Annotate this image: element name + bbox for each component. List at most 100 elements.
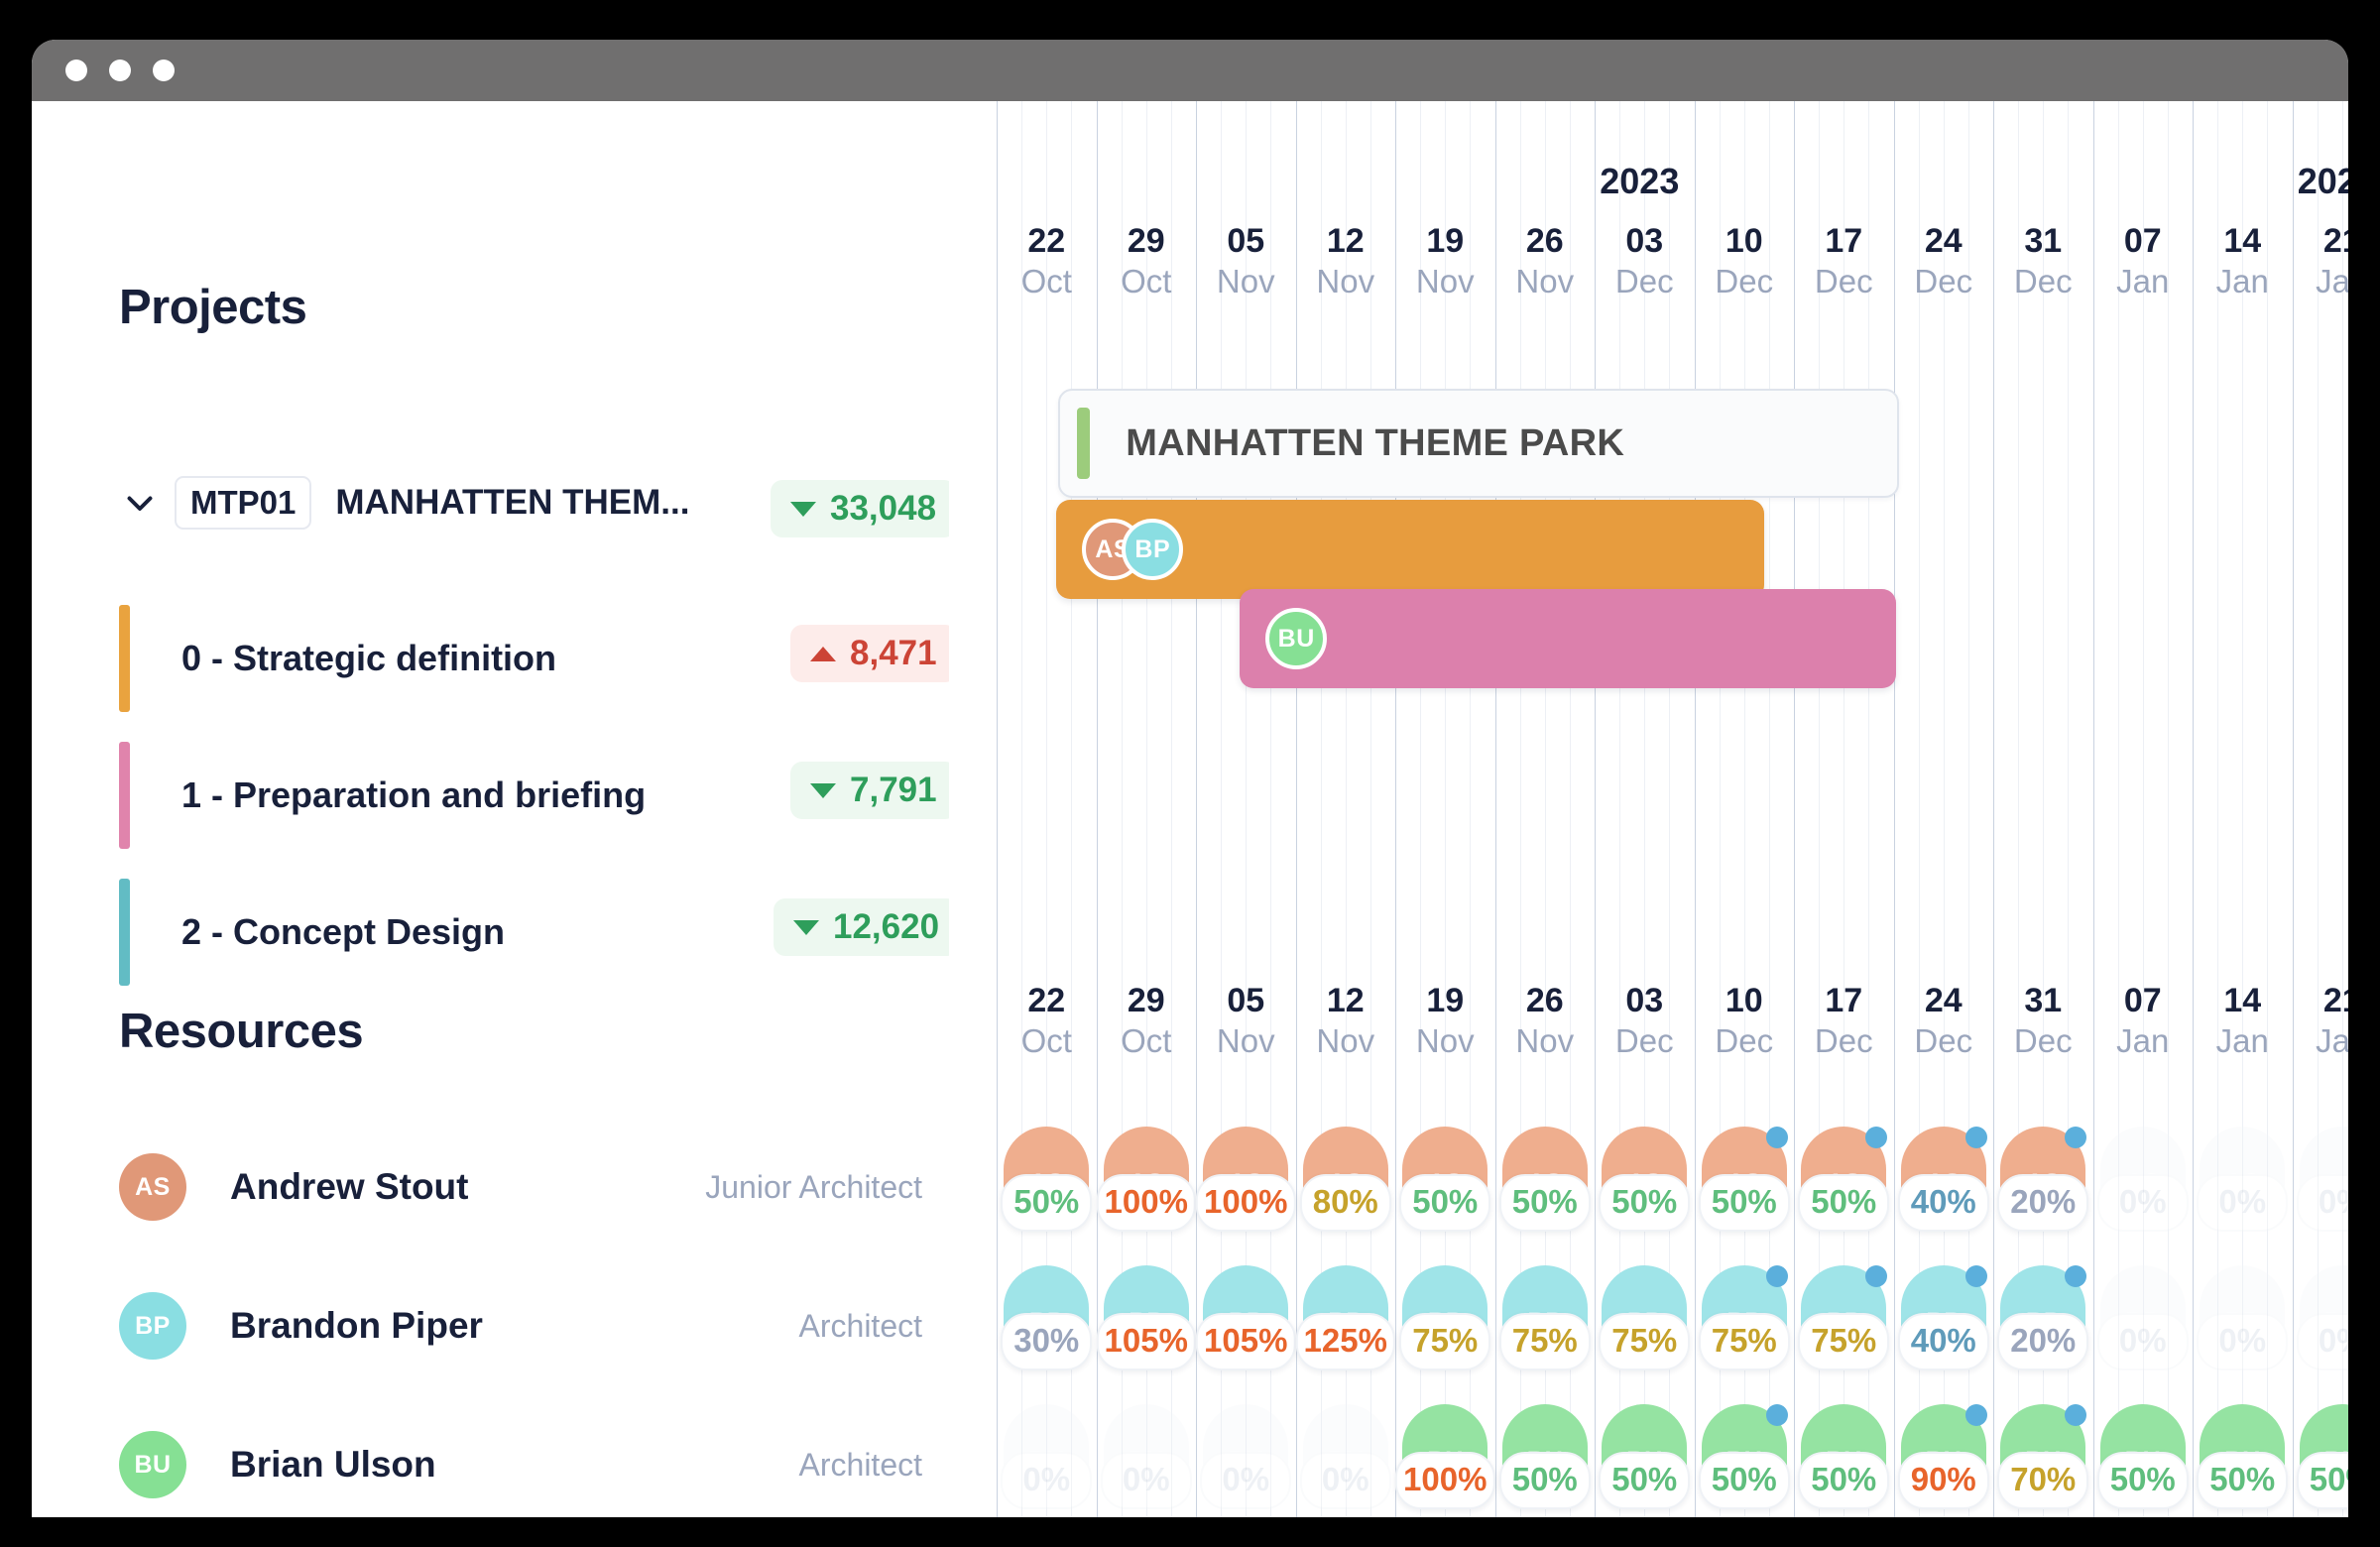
timeline-date-header-middle: 22Oct29Oct05Nov12Nov19Nov26Nov03Dec10Dec… — [949, 974, 2348, 1103]
allocation-percent: 0% — [2097, 1313, 2189, 1370]
date-day: 19 — [1390, 980, 1499, 1021]
window-maximize-dot[interactable] — [153, 60, 175, 81]
allocation-percent: 0% — [2297, 1313, 2348, 1370]
allocation-cell[interactable]: BP0% — [2291, 1251, 2348, 1382]
phase-color-bar — [119, 742, 130, 849]
allocation-percent: 75% — [1699, 1313, 1790, 1370]
allocation-cell[interactable]: BP75% — [1593, 1251, 1696, 1382]
date-month: Dec — [1590, 262, 1699, 302]
notification-dot-icon — [1965, 1127, 1987, 1148]
avatar[interactable]: BU — [1265, 608, 1327, 669]
allocation-cell[interactable]: BP75% — [1693, 1251, 1796, 1382]
allocation-percent: 0% — [1200, 1452, 1291, 1509]
allocation-cell[interactable]: BP0% — [2091, 1251, 2195, 1382]
allocation-percent: 75% — [1599, 1313, 1690, 1370]
allocation-cell[interactable]: AS80% — [1294, 1113, 1397, 1244]
gantt-task-bar[interactable]: ASBP — [1056, 500, 1764, 599]
allocation-cell[interactable]: AS0% — [2291, 1113, 2348, 1244]
avatar: BP — [119, 1292, 186, 1360]
allocation-percent: 50% — [2197, 1452, 2288, 1509]
allocation-cell[interactable]: AS0% — [2091, 1113, 2195, 1244]
allocation-cell[interactable]: BU50% — [2091, 1390, 2195, 1517]
resource-row[interactable]: AS Andrew Stout Junior Architect — [119, 1142, 922, 1232]
allocation-percent: 50% — [1798, 1174, 1889, 1232]
gantt-summary-bar[interactable]: MANHATTEN THEME PARK — [1058, 389, 1898, 498]
date-column-header: 17Dec — [1789, 220, 1898, 302]
allocation-cell[interactable]: BP30% — [995, 1251, 1098, 1382]
allocation-cell[interactable]: BU50% — [1593, 1390, 1696, 1517]
allocation-cell[interactable]: AS50% — [1393, 1113, 1496, 1244]
date-column-header: 31Dec — [1988, 980, 2097, 1062]
allocation-cell[interactable]: AS50% — [1693, 1113, 1796, 1244]
resource-row[interactable]: BU Brian Ulson Architect — [119, 1420, 922, 1509]
allocation-cell[interactable]: BU70% — [1991, 1390, 2094, 1517]
notification-dot-icon — [1766, 1404, 1788, 1426]
allocation-cell[interactable]: BU0% — [1095, 1390, 1198, 1517]
allocation-cell[interactable]: BP20% — [1991, 1251, 2094, 1382]
date-month: Dec — [1789, 262, 1898, 302]
allocation-cell[interactable]: AS40% — [1892, 1113, 1995, 1244]
allocation-cell[interactable]: BP0% — [2191, 1251, 2294, 1382]
allocation-cell[interactable]: AS100% — [1095, 1113, 1198, 1244]
allocation-cell[interactable]: AS50% — [995, 1113, 1098, 1244]
allocation-row: AS50%AS100%AS100%AS80%AS50%AS50%AS50%AS5… — [949, 1113, 2348, 1244]
allocation-cell[interactable]: BU0% — [1294, 1390, 1397, 1517]
allocation-cell[interactable]: AS50% — [1792, 1113, 1895, 1244]
allocation-cell[interactable]: AS100% — [1194, 1113, 1297, 1244]
triangle-down-icon — [793, 920, 819, 935]
date-month: Dec — [1590, 1021, 1699, 1062]
phase-2-badge: 12,620 — [774, 898, 959, 956]
allocation-cell[interactable]: BP125% — [1294, 1251, 1397, 1382]
allocation-cell[interactable]: BU50% — [1693, 1390, 1796, 1517]
allocation-cell[interactable]: BU50% — [2191, 1390, 2294, 1517]
date-column-header: 07Jan — [2088, 980, 2198, 1062]
window-minimize-dot[interactable] — [109, 60, 131, 81]
resource-name: Brian Ulson — [230, 1444, 436, 1486]
allocation-cell[interactable]: BP75% — [1393, 1251, 1496, 1382]
date-column-header: 19Nov — [1390, 220, 1499, 302]
allocation-cell[interactable]: BP75% — [1792, 1251, 1895, 1382]
allocation-cell[interactable]: BP105% — [1194, 1251, 1297, 1382]
date-day: 31 — [1988, 220, 2097, 262]
allocation-cell[interactable]: BU50% — [1493, 1390, 1597, 1517]
date-day: 21 — [2288, 220, 2348, 262]
date-day: 12 — [1291, 980, 1400, 1021]
date-day: 03 — [1590, 220, 1699, 262]
window-close-dot[interactable] — [65, 60, 87, 81]
chevron-down-icon[interactable] — [119, 482, 161, 524]
date-month: Dec — [1690, 262, 1799, 302]
timeline-panel[interactable]: 22Oct29Oct05Nov12Nov19Nov26Nov03Dec10Dec… — [949, 101, 2348, 1517]
date-day: 24 — [1889, 220, 1998, 262]
allocation-cell[interactable]: BU0% — [1194, 1390, 1297, 1517]
allocation-cell[interactable]: BP40% — [1892, 1251, 1995, 1382]
allocation-cell[interactable]: AS50% — [1493, 1113, 1597, 1244]
allocation-cell[interactable]: AS20% — [1991, 1113, 2094, 1244]
notification-dot-icon — [1766, 1127, 1788, 1148]
allocation-cell[interactable]: BU50% — [1792, 1390, 1895, 1517]
date-day: 22 — [992, 220, 1101, 262]
allocation-percent: 50% — [2297, 1452, 2348, 1509]
date-month: Nov — [1191, 262, 1300, 302]
gantt-bar-avatars: ASBP — [1082, 519, 1183, 580]
allocation-percent: 50% — [1699, 1452, 1790, 1509]
allocation-cell[interactable]: AS50% — [1593, 1113, 1696, 1244]
gantt-task-bar[interactable]: BU — [1240, 589, 1895, 688]
resource-row[interactable]: BP Brandon Piper Architect — [119, 1281, 922, 1370]
allocation-cell[interactable]: BU50% — [2291, 1390, 2348, 1517]
allocation-percent: 75% — [1798, 1313, 1889, 1370]
allocation-cell[interactable]: BU90% — [1892, 1390, 1995, 1517]
window-titlebar — [32, 40, 2348, 101]
timeline-date-header-top: 22Oct29Oct05Nov12Nov19Nov26Nov03Dec10Dec… — [949, 161, 2348, 290]
triangle-down-icon — [790, 502, 816, 517]
allocation-cell[interactable]: BU100% — [1393, 1390, 1496, 1517]
allocation-cell[interactable]: BP75% — [1493, 1251, 1597, 1382]
avatar[interactable]: BP — [1122, 519, 1183, 580]
date-day: 21 — [2288, 980, 2348, 1021]
allocation-cell[interactable]: BU0% — [995, 1390, 1098, 1517]
allocation-cell[interactable]: AS0% — [2191, 1113, 2294, 1244]
allocation-cell[interactable]: BP105% — [1095, 1251, 1198, 1382]
allocation-percent: 50% — [1699, 1174, 1790, 1232]
date-column-header: 10Dec — [1690, 220, 1799, 302]
date-month: Dec — [1789, 1021, 1898, 1062]
project-name: MANHATTEN THEM... — [335, 483, 689, 523]
